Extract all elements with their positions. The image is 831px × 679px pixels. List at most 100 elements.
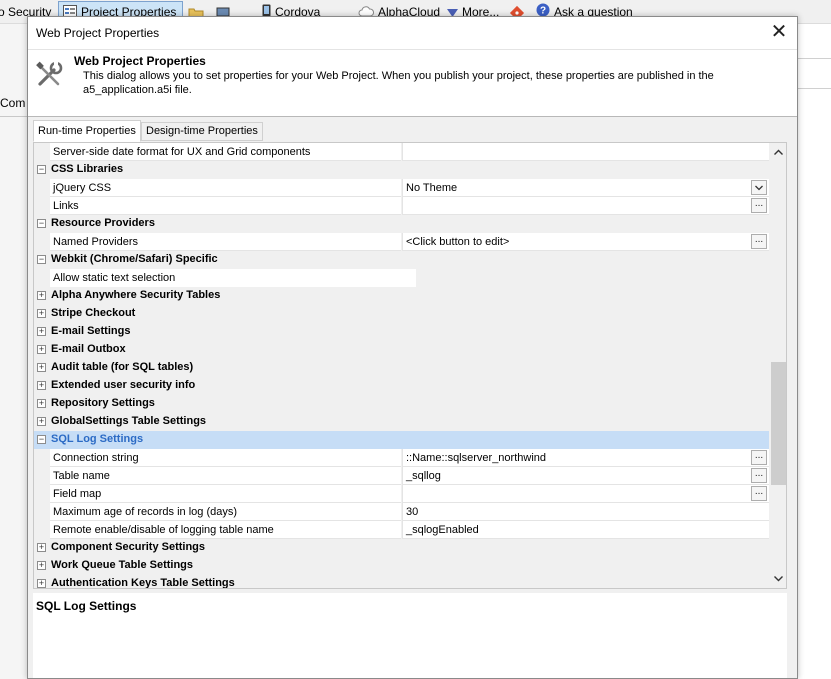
property-row-server-side-date-format-for-ux-and-grid-components[interactable]: Server-side date format for UX and Grid … <box>34 143 769 161</box>
header-description: This dialog allows you to set properties… <box>83 70 714 96</box>
ellipsis-button[interactable]: ... <box>751 198 767 213</box>
expand-icon[interactable]: + <box>37 399 46 408</box>
property-value-cell[interactable]: _sqllog... <box>402 467 769 485</box>
collapse-icon[interactable]: − <box>37 219 46 228</box>
property-row-allow-static-text-selection[interactable]: Allow static text selection <box>34 269 769 287</box>
property-value: ::Name::sqlserver_northwind <box>406 452 547 464</box>
collapse-icon[interactable]: − <box>37 435 46 444</box>
property-row-links[interactable]: Links... <box>34 197 769 215</box>
property-row-jquery-css[interactable]: jQuery CSS No Theme <box>34 179 769 197</box>
scroll-up-arrow-icon[interactable] <box>770 144 786 161</box>
category-row-stripe-checkout[interactable]: + Stripe Checkout <box>34 305 769 323</box>
property-label: Allow static text selection <box>53 272 176 284</box>
property-grid: Server-side date format for UX and Grid … <box>33 142 787 589</box>
property-value-cell[interactable]: ... <box>402 197 769 215</box>
category-row-alpha-anywhere-security-tables[interactable]: + Alpha Anywhere Security Tables <box>34 287 769 305</box>
property-row-named-providers[interactable]: Named Providers <Click button to edit>... <box>34 233 769 251</box>
app-right-pane <box>797 24 831 679</box>
property-name-cell: Server-side date format for UX and Grid … <box>50 143 401 161</box>
vertical-scrollbar[interactable] <box>770 143 786 588</box>
expand-icon[interactable]: + <box>37 363 46 372</box>
app-left-pane <box>0 24 28 679</box>
ellipsis-button[interactable]: ... <box>751 486 767 501</box>
expand-icon[interactable]: + <box>37 345 46 354</box>
web-project-properties-dialog: Web Project Properties ✕ Web Project Pro… <box>27 16 798 679</box>
property-value-cell[interactable]: No Theme <box>402 179 769 197</box>
expand-icon[interactable]: + <box>37 543 46 552</box>
category-label: Authentication Keys Table Settings <box>51 577 235 589</box>
expand-icon[interactable]: + <box>37 579 46 588</box>
svg-text:?: ? <box>540 5 546 16</box>
property-row-field-map[interactable]: Field map... <box>34 485 769 503</box>
category-row-webkit-chrome-safari-specific[interactable]: − Webkit (Chrome/Safari) Specific <box>34 251 769 269</box>
expand-icon[interactable]: + <box>37 309 46 318</box>
property-description-title: SQL Log Settings <box>36 599 137 613</box>
category-label: Repository Settings <box>51 397 155 409</box>
category-row-audit-table-for-sql-tables[interactable]: + Audit table (for SQL tables) <box>34 359 769 377</box>
app-left-divider <box>0 116 28 117</box>
ellipsis-button[interactable]: ... <box>751 234 767 249</box>
category-row-e-mail-outbox[interactable]: + E-mail Outbox <box>34 341 769 359</box>
property-value-cell[interactable] <box>402 143 769 161</box>
property-row-connection-string[interactable]: Connection string::Name::sqlserver_north… <box>34 449 769 467</box>
property-row-maximum-age-of-records-in-log-days[interactable]: Maximum age of records in log (days) 30 <box>34 503 769 521</box>
property-name-cell: Links <box>50 197 401 215</box>
app-left-text: Com <box>0 96 26 110</box>
category-row-extended-user-security-info[interactable]: + Extended user security info <box>34 377 769 395</box>
dialog-title-bar[interactable]: Web Project Properties ✕ <box>28 17 797 49</box>
collapse-icon[interactable]: − <box>37 255 46 264</box>
property-value: <Click button to edit> <box>406 236 510 248</box>
category-row-authentication-keys-table-settings[interactable]: + Authentication Keys Table Settings <box>34 575 769 589</box>
scroll-down-arrow-icon[interactable] <box>770 570 786 587</box>
category-label: Audit table (for SQL tables) <box>51 361 194 373</box>
collapse-icon[interactable]: − <box>37 165 46 174</box>
property-value-cell[interactable]: _sqlogEnabled <box>402 521 769 539</box>
property-value: No Theme <box>406 182 458 194</box>
property-name-cell: Connection string <box>50 449 401 467</box>
category-label: Resource Providers <box>51 217 155 229</box>
category-label: Extended user security info <box>51 379 196 391</box>
property-value-cell[interactable]: ... <box>402 485 769 503</box>
category-row-sql-log-settings[interactable]: − SQL Log Settings <box>34 431 769 449</box>
expand-icon[interactable]: + <box>37 327 46 336</box>
close-icon[interactable]: ✕ <box>767 21 791 45</box>
category-row-e-mail-settings[interactable]: + E-mail Settings <box>34 323 769 341</box>
property-value-cell[interactable]: 30 <box>402 503 769 521</box>
category-row-component-security-settings[interactable]: + Component Security Settings <box>34 539 769 557</box>
tab-designtime-properties[interactable]: Design-time Properties <box>141 122 263 141</box>
category-row-css-libraries[interactable]: − CSS Libraries <box>34 161 769 179</box>
expand-icon[interactable]: + <box>37 291 46 300</box>
category-row-resource-providers[interactable]: − Resource Providers <box>34 215 769 233</box>
property-label: Maximum age of records in log (days) <box>53 506 238 518</box>
property-name-cell: Remote enable/disable of logging table n… <box>50 521 401 539</box>
category-row-work-queue-table-settings[interactable]: + Work Queue Table Settings <box>34 557 769 575</box>
property-value-cell[interactable]: ::Name::sqlserver_northwind... <box>402 449 769 467</box>
tab-runtime-properties[interactable]: Run-time Properties <box>33 120 141 142</box>
ellipsis-button[interactable]: ... <box>751 468 767 483</box>
chevron-down-icon[interactable] <box>751 180 767 195</box>
scrollbar-thumb[interactable] <box>771 362 786 485</box>
property-row-remote-enable-disable-of-logging-table-name[interactable]: Remote enable/disable of logging table n… <box>34 521 769 539</box>
app-right-divider-2 <box>797 88 831 89</box>
property-label: Remote enable/disable of logging table n… <box>53 524 274 536</box>
property-label: Table name <box>53 470 110 482</box>
expand-icon[interactable]: + <box>37 381 46 390</box>
expand-icon[interactable]: + <box>37 561 46 570</box>
tools-icon <box>34 60 64 90</box>
ellipsis-button[interactable]: ... <box>751 450 767 465</box>
property-name-cell: Maximum age of records in log (days) <box>50 503 401 521</box>
category-label: Work Queue Table Settings <box>51 559 194 571</box>
category-row-repository-settings[interactable]: + Repository Settings <box>34 395 769 413</box>
category-label: CSS Libraries <box>51 163 124 175</box>
category-label: Webkit (Chrome/Safari) Specific <box>51 253 218 265</box>
property-row-table-name[interactable]: Table name _sqllog... <box>34 467 769 485</box>
property-label: jQuery CSS <box>53 182 112 194</box>
category-row-globalsettings-table-settings[interactable]: + GlobalSettings Table Settings <box>34 413 769 431</box>
property-name-cell: Allow static text selection <box>50 269 416 287</box>
category-label: E-mail Settings <box>51 325 131 337</box>
property-value: 30 <box>406 506 419 518</box>
property-label: Field map <box>53 488 102 500</box>
category-label: Alpha Anywhere Security Tables <box>51 289 221 301</box>
property-value-cell[interactable]: <Click button to edit>... <box>402 233 769 251</box>
expand-icon[interactable]: + <box>37 417 46 426</box>
